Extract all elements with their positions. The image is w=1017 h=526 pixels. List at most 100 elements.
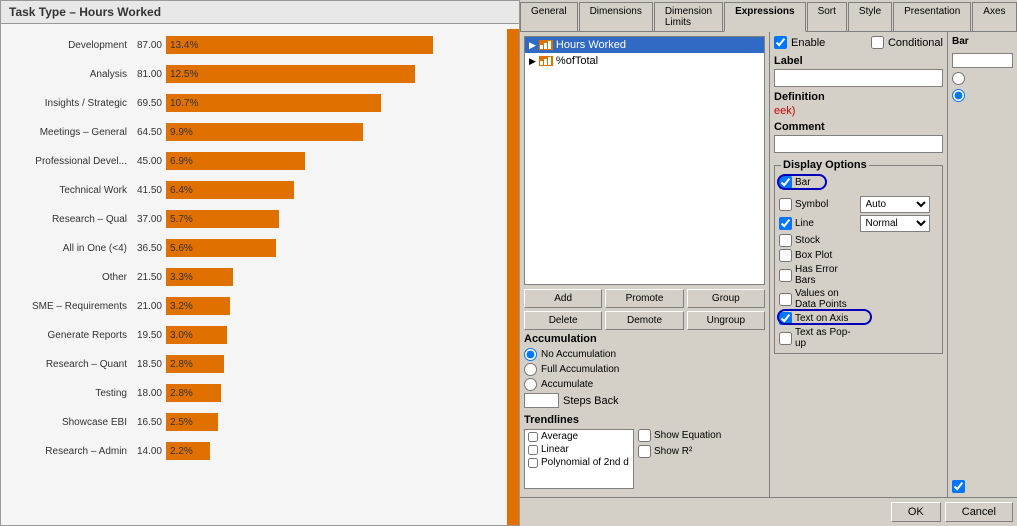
tab-style[interactable]: Style: [848, 2, 892, 31]
tab-dimension-limits[interactable]: Dimension Limits: [654, 2, 723, 31]
trend-check-item[interactable]: Show R²: [638, 445, 721, 458]
bar-pct: 2.8%: [170, 388, 193, 399]
trend-checkbox[interactable]: [528, 458, 538, 468]
ok-button[interactable]: OK: [891, 502, 941, 522]
text-as-popup-checkbox[interactable]: [779, 332, 792, 345]
bar-value: 14.00: [131, 446, 166, 457]
text-as-popup-option[interactable]: Text as Pop-up: [779, 327, 858, 349]
no-accumulation-option[interactable]: No Accumulation: [524, 348, 765, 361]
bar-label: SME – Requirements: [1, 301, 131, 312]
bar-label: Showcase EBI: [1, 417, 131, 428]
bar-pct: 13.4%: [170, 40, 198, 51]
expr-item-hours-worked[interactable]: ▶Hours Worked: [525, 37, 764, 53]
trend-check-checkbox[interactable]: [638, 429, 651, 442]
delete-button[interactable]: Delete: [524, 311, 602, 330]
accumulate-option[interactable]: Accumulate: [524, 378, 765, 391]
bar-fill: 2.2%: [166, 442, 210, 460]
trend-item[interactable]: Polynomial of 2nd d: [525, 456, 633, 469]
bar-label: Meetings – General: [1, 127, 131, 138]
trend-label: Polynomial of 2nd d: [541, 457, 629, 468]
trend-checkbox[interactable]: [528, 432, 538, 442]
trend-item[interactable]: Linear: [525, 443, 633, 456]
expression-list[interactable]: ▶Hours Worked▶%ofTotal: [524, 36, 765, 285]
tab-axes[interactable]: Axes: [972, 2, 1016, 31]
trend-check-checkbox[interactable]: [638, 445, 651, 458]
has-error-bars-checkbox[interactable]: [779, 269, 792, 282]
far-right-check[interactable]: [952, 480, 1013, 493]
bar-pct: 6.4%: [170, 185, 193, 196]
bar-checkbox[interactable]: [779, 176, 792, 189]
line-option[interactable]: Line: [779, 215, 858, 232]
has-error-bars-option[interactable]: Has Error Bars: [779, 264, 858, 286]
stock-option[interactable]: Stock: [779, 234, 858, 247]
bar-value: 21.50: [131, 272, 166, 283]
conditional-checkbox[interactable]: [871, 36, 884, 49]
bar-label: Other: [1, 272, 131, 283]
bar-label: Bar: [795, 177, 811, 188]
enable-checkbox[interactable]: [774, 36, 787, 49]
line-select[interactable]: Normal: [860, 215, 930, 232]
label-field-label: Label: [774, 55, 943, 67]
add-button[interactable]: Add: [524, 289, 602, 308]
tab-dimensions[interactable]: Dimensions: [579, 2, 653, 31]
bar-fill: 12.5%: [166, 65, 415, 83]
bar-track: 6.9%: [166, 152, 509, 170]
tab-presentation[interactable]: Presentation: [893, 2, 971, 31]
trend-item[interactable]: Average: [525, 430, 633, 443]
group-button[interactable]: Group: [687, 289, 765, 308]
values-on-data-points-option[interactable]: Values on Data Points: [779, 288, 858, 310]
bar-track: 6.4%: [166, 181, 509, 199]
far-right-radio2[interactable]: [952, 89, 1013, 102]
enable-checkbox-label[interactable]: Enable: [774, 36, 825, 49]
symbol-select[interactable]: Auto: [860, 196, 930, 213]
tab-expressions[interactable]: Expressions: [724, 2, 805, 32]
bar-fill: 2.8%: [166, 355, 224, 373]
bar-track: 12.5%: [166, 65, 509, 83]
full-accumulation-radio[interactable]: [524, 363, 537, 376]
stock-checkbox[interactable]: [779, 234, 792, 247]
steps-input[interactable]: 10: [524, 393, 559, 408]
demote-button[interactable]: Demote: [605, 311, 683, 330]
bar-value: 21.00: [131, 301, 166, 312]
symbol-label: Symbol: [795, 199, 828, 210]
values-on-data-points-checkbox[interactable]: [779, 293, 792, 306]
full-accumulation-option[interactable]: Full Accumulation: [524, 363, 765, 376]
enable-label: Enable: [791, 37, 825, 49]
bar-track: 3.0%: [166, 326, 509, 344]
trend-checkbox[interactable]: [528, 445, 538, 455]
symbol-checkbox[interactable]: [779, 198, 792, 211]
stock-label: Stock: [795, 235, 820, 246]
tab-sort[interactable]: Sort: [807, 2, 847, 31]
ungroup-button[interactable]: Ungroup: [687, 311, 765, 330]
far-right-checkbox[interactable]: [952, 480, 965, 493]
tab-general[interactable]: General: [520, 2, 578, 31]
bar-fill: 13.4%: [166, 36, 433, 54]
trend-list[interactable]: AverageLinearPolynomial of 2nd d: [524, 429, 634, 489]
conditional-checkbox-label[interactable]: Conditional: [871, 36, 943, 49]
symbol-option[interactable]: Symbol: [779, 196, 858, 213]
bar-pct: 2.8%: [170, 359, 193, 370]
bar-pct: 2.5%: [170, 417, 193, 428]
bar-option[interactable]: Bar: [779, 176, 811, 189]
label-field-input[interactable]: Hours Worked: [774, 69, 943, 87]
line-checkbox[interactable]: [779, 217, 792, 230]
cancel-button[interactable]: Cancel: [945, 502, 1013, 522]
far-right-radio1[interactable]: [952, 72, 1013, 85]
accumulate-radio[interactable]: [524, 378, 537, 391]
box-plot-checkbox[interactable]: [779, 249, 792, 262]
bar-track: 5.7%: [166, 210, 509, 228]
promote-button[interactable]: Promote: [605, 289, 683, 308]
text-on-axis-checkbox[interactable]: [779, 312, 792, 325]
expr-item-pct-total[interactable]: ▶%ofTotal: [525, 53, 764, 69]
values-on-data-points-label: Values on Data Points: [795, 288, 858, 310]
far-right-bar-input[interactable]: 0 p: [952, 53, 1013, 68]
trendlines-section: Trendlines AverageLinearPolynomial of 2n…: [524, 414, 765, 489]
text-on-axis-option[interactable]: Text on Axis: [779, 312, 848, 325]
tabs: GeneralDimensionsDimension LimitsExpress…: [520, 0, 1017, 32]
box-plot-option[interactable]: Box Plot: [779, 249, 858, 262]
accumulate-label: Accumulate: [541, 379, 593, 390]
comment-field-input[interactable]: [774, 135, 943, 153]
no-accumulation-radio[interactable]: [524, 348, 537, 361]
bar-track: 5.6%: [166, 239, 509, 257]
trend-check-item[interactable]: Show Equation: [638, 429, 721, 442]
